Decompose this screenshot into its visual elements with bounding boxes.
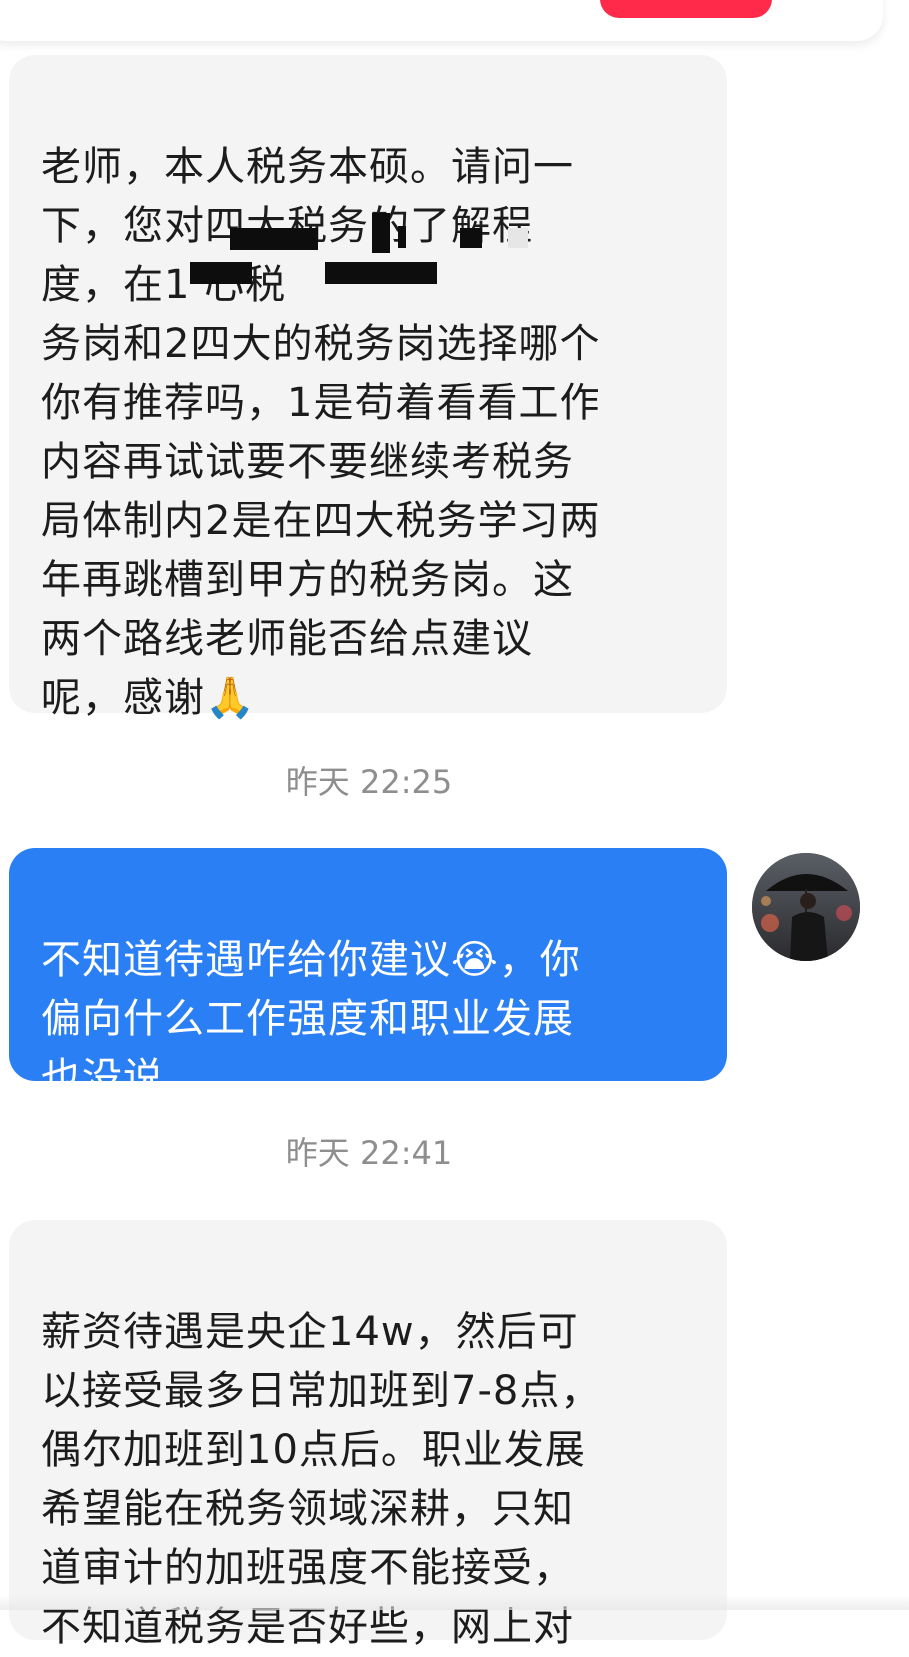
redaction-mark (325, 262, 437, 284)
redaction-mark (398, 226, 406, 248)
bottom-edge (0, 1595, 909, 1610)
avatar-man-with-umbrella-icon[interactable] (752, 853, 860, 961)
incoming-message-bubble[interactable]: 薪资待遇是央企14w，然后可 以接受最多日常加班到7-8点， 偶尔加班到10点后… (9, 1220, 727, 1650)
incoming-message-bubble[interactable]: 老师，本人税务本硕。请问一 下，您对四大税务的了解程 度，在1 心税 务岗和2四… (9, 55, 727, 721)
redaction-mark (230, 228, 318, 250)
timestamp: 昨天 22:25 (285, 763, 453, 801)
redaction-mark (460, 228, 482, 248)
timestamp: 昨天 22:41 (285, 1134, 453, 1172)
redaction-mark (190, 262, 252, 284)
outgoing-message-bubble[interactable]: 不知道待遇咋给你建议😭，你 偏向什么工作强度和职业发展 也没说 (9, 848, 727, 1101)
redaction-mark (508, 228, 528, 248)
message-text: 不知道待遇咋给你建议😭，你 偏向什么工作强度和职业发展 也没说 (41, 937, 581, 1101)
action-button[interactable] (600, 0, 772, 18)
redaction-mark (372, 213, 390, 253)
